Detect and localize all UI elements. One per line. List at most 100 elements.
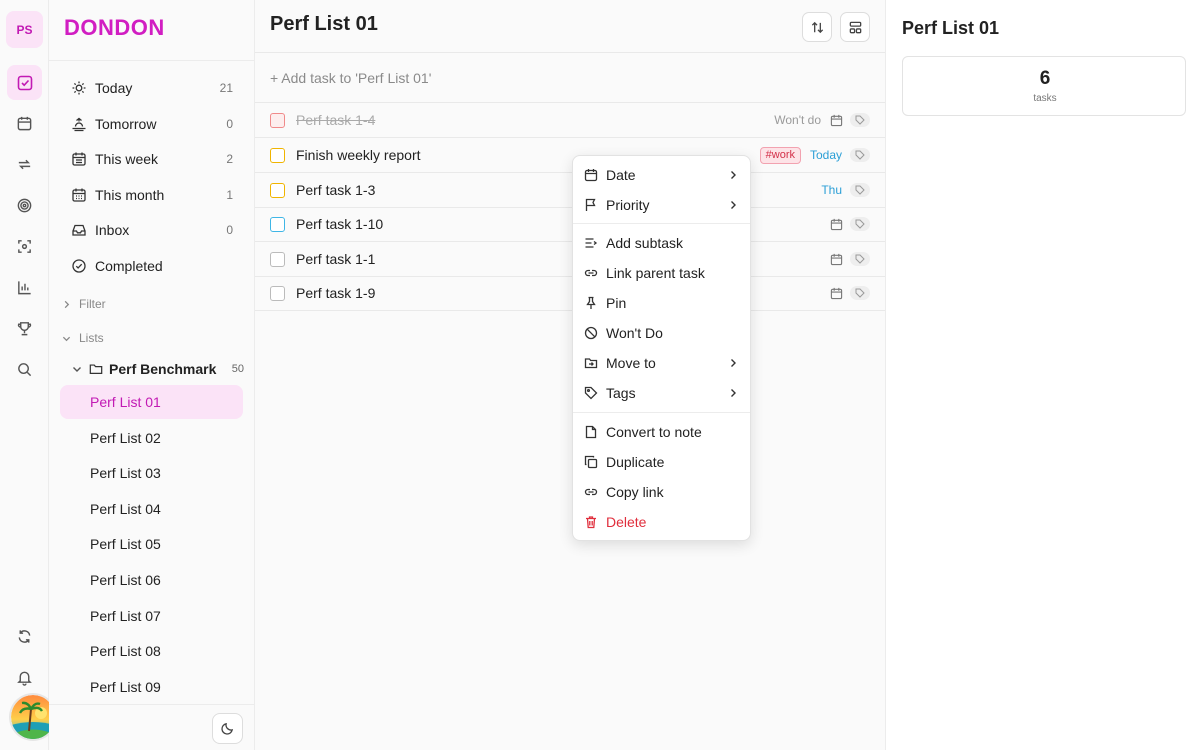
nav-label: This month	[95, 187, 165, 203]
sidebar: DONDON Today 21 Tomorrow 0 This week 2 T…	[49, 0, 255, 750]
task-checkbox[interactable]	[270, 147, 285, 163]
goals-nav-button[interactable]	[7, 188, 42, 223]
calendar-icon	[830, 287, 843, 299]
menu-item-convert-to-note[interactable]: Convert to note	[573, 418, 750, 446]
chevron-right-icon	[731, 201, 736, 209]
achievements-nav-button[interactable]	[7, 311, 42, 346]
task-row[interactable]: Perf task 1-1	[255, 242, 885, 277]
tasks-nav-button[interactable]	[7, 65, 42, 100]
habits-nav-button[interactable]	[7, 147, 42, 182]
task-count: 6	[1039, 68, 1051, 89]
menu-item-delete[interactable]: Delete	[573, 508, 750, 536]
task-due: Today	[809, 148, 842, 162]
task-checkbox[interactable]	[270, 112, 285, 128]
nav-inbox[interactable]: Inbox 0	[61, 213, 243, 247]
nav-tomorrow[interactable]: Tomorrow 0	[61, 107, 243, 141]
sync-button[interactable]	[7, 619, 42, 654]
list-label: Perf List 05	[90, 536, 161, 552]
task-row[interactable]: Perf task 1-4 Won't do	[255, 103, 885, 138]
list-label: Perf List 06	[90, 572, 161, 588]
menu-divider	[573, 223, 750, 224]
calendar-nav-button[interactable]	[7, 106, 42, 141]
task-row[interactable]: Perf task 1-10	[255, 207, 885, 242]
tag-icon[interactable]	[850, 286, 870, 300]
tag-icon[interactable]	[850, 252, 870, 266]
task-row[interactable]: Finish weekly report #work Today	[255, 138, 885, 173]
list-item-perf-list-09[interactable]: Perf List 09	[60, 670, 243, 704]
list-item-perf-list-05[interactable]: Perf List 05	[60, 527, 243, 561]
menu-label: Date	[606, 167, 636, 183]
block-icon	[584, 326, 598, 340]
nav-this-week[interactable]: This week 2	[61, 142, 243, 176]
list-item-perf-list-03[interactable]: Perf List 03	[60, 456, 243, 490]
user-avatar[interactable]: PS	[6, 11, 43, 48]
notifications-button[interactable]	[7, 660, 42, 695]
menu-label: Tags	[606, 385, 636, 401]
folder-perf-benchmark[interactable]: Perf Benchmark 50	[72, 358, 244, 380]
task-checkbox[interactable]	[270, 285, 285, 301]
duplicate-icon	[584, 455, 598, 469]
sort-button[interactable]	[802, 12, 832, 42]
search-nav-button[interactable]	[7, 352, 42, 387]
list-label: Perf List 09	[90, 679, 161, 695]
task-checkbox[interactable]	[270, 182, 285, 198]
menu-item-copy-link[interactable]: Copy link	[573, 478, 750, 506]
menu-item-date[interactable]: Date	[573, 161, 750, 189]
tag-icon[interactable]	[850, 113, 870, 127]
sync-icon	[18, 630, 31, 643]
nav-label: Today	[95, 80, 133, 96]
task-checkbox[interactable]	[270, 216, 285, 232]
task-checkbox[interactable]	[270, 251, 285, 267]
menu-item-wont-do[interactable]: Won't Do	[573, 319, 750, 347]
section-lists[interactable]: Lists	[62, 331, 104, 345]
nav-label: Completed	[95, 258, 163, 274]
tag-icon[interactable]	[850, 183, 870, 197]
menu-label: Duplicate	[606, 454, 665, 470]
menu-label: Priority	[606, 197, 650, 213]
chevron-right-icon	[731, 171, 736, 179]
focus-nav-button[interactable]	[7, 229, 42, 264]
tag-badge[interactable]: #work	[759, 146, 801, 164]
tag-icon	[584, 386, 598, 400]
calendar-icon	[830, 253, 843, 265]
tag-icon[interactable]	[850, 148, 870, 162]
nav-completed[interactable]: Completed	[61, 249, 243, 283]
sort-icon	[811, 21, 823, 33]
list-item-perf-list-02[interactable]: Perf List 02	[60, 421, 243, 455]
add-task-input[interactable]: + Add task to 'Perf List 01'	[270, 70, 431, 86]
list-item-perf-list-08[interactable]: Perf List 08	[60, 634, 243, 668]
detail-panel: Perf List 01 6 tasks	[885, 0, 1200, 750]
nav-this-month[interactable]: This month 1	[61, 178, 243, 212]
task-due: Thu	[821, 183, 842, 197]
menu-item-add-subtask[interactable]: Add subtask	[573, 229, 750, 257]
stats-nav-button[interactable]	[7, 270, 42, 305]
list-item-perf-list-07[interactable]: Perf List 07	[60, 599, 243, 633]
menu-item-duplicate[interactable]: Duplicate	[573, 448, 750, 476]
section-filter[interactable]: Filter	[62, 297, 106, 311]
list-item-perf-list-04[interactable]: Perf List 04	[60, 492, 243, 526]
nav-count: 2	[226, 152, 233, 166]
brand-logo: DONDON	[64, 15, 165, 40]
list-label: Perf List 08	[90, 643, 161, 659]
nav-today[interactable]: Today 21	[61, 71, 243, 105]
calendar-month-icon	[72, 188, 86, 202]
layout-button[interactable]	[840, 12, 870, 42]
list-item-perf-list-01[interactable]: Perf List 01	[60, 385, 243, 419]
menu-label: Convert to note	[606, 424, 702, 440]
menu-item-link-parent-task[interactable]: Link parent task	[573, 259, 750, 287]
menu-item-tags[interactable]: Tags	[573, 379, 750, 407]
theme-toggle-button[interactable]	[212, 713, 243, 744]
menu-item-pin[interactable]: Pin	[573, 289, 750, 317]
list-label: Perf List 07	[90, 608, 161, 624]
list-item-perf-list-06[interactable]: Perf List 06	[60, 563, 243, 597]
menu-label: Link parent task	[606, 265, 705, 281]
sunrise-icon	[72, 117, 86, 132]
task-row[interactable]: Perf task 1-9	[255, 276, 885, 311]
menu-item-move-to[interactable]: Move to	[573, 349, 750, 377]
task-row[interactable]: Perf task 1-3 Thu	[255, 173, 885, 208]
layout-icon	[849, 21, 861, 33]
menu-item-priority[interactable]: Priority	[573, 191, 750, 219]
nav-count: 1	[226, 188, 233, 202]
page-title: Perf List 01	[270, 13, 378, 35]
tag-icon[interactable]	[850, 217, 870, 231]
